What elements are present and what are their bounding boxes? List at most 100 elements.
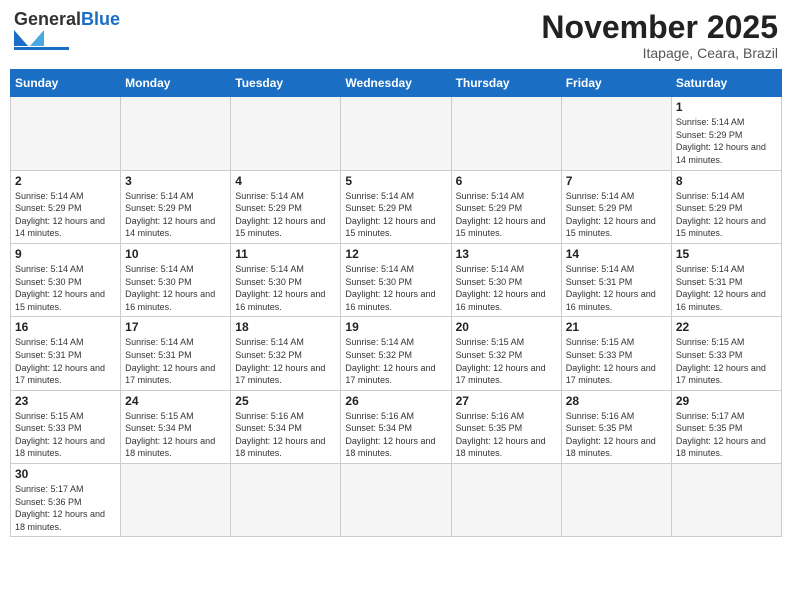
day-number: 4: [235, 174, 336, 188]
day-number: 26: [345, 394, 446, 408]
day-cell: 22Sunrise: 5:15 AMSunset: 5:33 PMDayligh…: [671, 317, 781, 390]
weekday-header-row: SundayMondayTuesdayWednesdayThursdayFrid…: [11, 70, 782, 97]
weekday-header-friday: Friday: [561, 70, 671, 97]
day-cell: 24 Sunrise: 5:15 AMSunset: 5:34 PMDayligh…: [121, 390, 231, 463]
day-info: Sunrise: 5:17 AMSunset: 5:35 PMDaylight:…: [676, 410, 777, 460]
day-number: 10: [125, 247, 226, 261]
day-cell: [561, 97, 671, 170]
day-number: 27: [456, 394, 557, 408]
day-cell: 30 Sunrise: 5:17 AMSunset: 5:36 PMDayligh…: [11, 464, 121, 537]
day-info: Sunrise: 5:17 AMSunset: 5:36 PMDaylight:…: [15, 483, 116, 533]
day-number: 5: [345, 174, 446, 188]
day-cell: 18 Sunrise: 5:14 AMSunset: 5:32 PMDayligh…: [231, 317, 341, 390]
week-row-3: 9 Sunrise: 5:14 AMSunset: 5:30 PMDaylight…: [11, 243, 782, 316]
day-cell: 20 Sunrise: 5:15 AMSunset: 5:32 PMDayligh…: [451, 317, 561, 390]
day-cell: 15Sunrise: 5:14 AMSunset: 5:31 PMDayligh…: [671, 243, 781, 316]
day-number: 17: [125, 320, 226, 334]
month-title: November 2025: [541, 10, 778, 45]
day-cell: [561, 464, 671, 537]
weekday-header-tuesday: Tuesday: [231, 70, 341, 97]
day-number: 2: [15, 174, 116, 188]
day-info: Sunrise: 5:16 AMSunset: 5:34 PMDaylight:…: [345, 410, 446, 460]
weekday-header-saturday: Saturday: [671, 70, 781, 97]
day-info: Sunrise: 5:14 AMSunset: 5:32 PMDaylight:…: [345, 336, 446, 386]
day-cell: 6Sunrise: 5:14 AMSunset: 5:29 PMDaylight…: [451, 170, 561, 243]
day-info: Sunrise: 5:14 AMSunset: 5:31 PMDaylight:…: [125, 336, 226, 386]
day-info: Sunrise: 5:14 AMSunset: 5:29 PMDaylight:…: [676, 116, 777, 166]
day-number: 7: [566, 174, 667, 188]
day-number: 11: [235, 247, 336, 261]
day-number: 16: [15, 320, 116, 334]
day-cell: 17 Sunrise: 5:14 AMSunset: 5:31 PMDayligh…: [121, 317, 231, 390]
day-number: 25: [235, 394, 336, 408]
day-cell: 2 Sunrise: 5:14 AMSunset: 5:29 PMDaylight…: [11, 170, 121, 243]
day-info: Sunrise: 5:14 AMSunset: 5:29 PMDaylight:…: [676, 190, 777, 240]
day-cell: 7 Sunrise: 5:14 AMSunset: 5:29 PMDaylight…: [561, 170, 671, 243]
day-info: Sunrise: 5:15 AMSunset: 5:32 PMDaylight:…: [456, 336, 557, 386]
day-number: 9: [15, 247, 116, 261]
day-cell: 3Sunrise: 5:14 AMSunset: 5:29 PMDaylight…: [121, 170, 231, 243]
day-info: Sunrise: 5:14 AMSunset: 5:32 PMDaylight:…: [235, 336, 336, 386]
day-number: 20: [456, 320, 557, 334]
day-number: 21: [566, 320, 667, 334]
day-number: 28: [566, 394, 667, 408]
day-info: Sunrise: 5:15 AMSunset: 5:33 PMDaylight:…: [15, 410, 116, 460]
day-cell: 4 Sunrise: 5:14 AMSunset: 5:29 PMDaylight…: [231, 170, 341, 243]
weekday-header-wednesday: Wednesday: [341, 70, 451, 97]
day-info: Sunrise: 5:14 AMSunset: 5:29 PMDaylight:…: [566, 190, 667, 240]
day-number: 8: [676, 174, 777, 188]
day-number: 19: [345, 320, 446, 334]
location: Itapage, Ceara, Brazil: [541, 45, 778, 61]
day-cell: 1 Sunrise: 5:14 AMSunset: 5:29 PMDaylight…: [671, 97, 781, 170]
day-cell: 23 Sunrise: 5:15 AMSunset: 5:33 PMDayligh…: [11, 390, 121, 463]
day-cell: 19 Sunrise: 5:14 AMSunset: 5:32 PMDayligh…: [341, 317, 451, 390]
day-cell: 14 Sunrise: 5:14 AMSunset: 5:31 PMDayligh…: [561, 243, 671, 316]
day-info: Sunrise: 5:14 AMSunset: 5:29 PMDaylight:…: [15, 190, 116, 240]
day-cell: 10Sunrise: 5:14 AMSunset: 5:30 PMDayligh…: [121, 243, 231, 316]
logo-line: [14, 47, 69, 50]
day-number: 1: [676, 100, 777, 114]
day-cell: [231, 464, 341, 537]
day-cell: [451, 464, 561, 537]
day-cell: [231, 97, 341, 170]
day-cell: 5 Sunrise: 5:14 AMSunset: 5:29 PMDaylight…: [341, 170, 451, 243]
day-number: 23: [15, 394, 116, 408]
day-info: Sunrise: 5:16 AMSunset: 5:35 PMDaylight:…: [456, 410, 557, 460]
day-cell: 13Sunrise: 5:14 AMSunset: 5:30 PMDayligh…: [451, 243, 561, 316]
day-number: 14: [566, 247, 667, 261]
day-info: Sunrise: 5:14 AMSunset: 5:29 PMDaylight:…: [235, 190, 336, 240]
calendar-body: 1 Sunrise: 5:14 AMSunset: 5:29 PMDaylight…: [11, 97, 782, 537]
day-info: Sunrise: 5:16 AMSunset: 5:35 PMDaylight:…: [566, 410, 667, 460]
day-cell: 9 Sunrise: 5:14 AMSunset: 5:30 PMDaylight…: [11, 243, 121, 316]
day-number: 13: [456, 247, 557, 261]
title-area: November 2025 Itapage, Ceara, Brazil: [541, 10, 778, 61]
day-cell: 26 Sunrise: 5:16 AMSunset: 5:34 PMDayligh…: [341, 390, 451, 463]
week-row-2: 2 Sunrise: 5:14 AMSunset: 5:29 PMDaylight…: [11, 170, 782, 243]
week-row-6: 30 Sunrise: 5:17 AMSunset: 5:36 PMDayligh…: [11, 464, 782, 537]
weekday-header-monday: Monday: [121, 70, 231, 97]
day-number: 12: [345, 247, 446, 261]
day-info: Sunrise: 5:14 AMSunset: 5:30 PMDaylight:…: [15, 263, 116, 313]
weekday-header-thursday: Thursday: [451, 70, 561, 97]
day-info: Sunrise: 5:14 AMSunset: 5:30 PMDaylight:…: [235, 263, 336, 313]
day-info: Sunrise: 5:14 AMSunset: 5:29 PMDaylight:…: [125, 190, 226, 240]
logo-text-general: General: [14, 10, 81, 28]
day-number: 30: [15, 467, 116, 481]
day-number: 18: [235, 320, 336, 334]
day-number: 24: [125, 394, 226, 408]
header: General Blue November 2025 Itapage, Cear…: [10, 10, 782, 61]
day-cell: [451, 97, 561, 170]
day-info: Sunrise: 5:14 AMSunset: 5:29 PMDaylight:…: [345, 190, 446, 240]
week-row-1: 1 Sunrise: 5:14 AMSunset: 5:29 PMDaylight…: [11, 97, 782, 170]
day-info: Sunrise: 5:14 AMSunset: 5:31 PMDaylight:…: [676, 263, 777, 313]
day-cell: 11 Sunrise: 5:14 AMSunset: 5:30 PMDayligh…: [231, 243, 341, 316]
day-cell: 21Sunrise: 5:15 AMSunset: 5:33 PMDayligh…: [561, 317, 671, 390]
day-info: Sunrise: 5:14 AMSunset: 5:31 PMDaylight:…: [566, 263, 667, 313]
calendar: SundayMondayTuesdayWednesdayThursdayFrid…: [10, 69, 782, 537]
day-number: 22: [676, 320, 777, 334]
logo-triangle-left: [14, 30, 28, 46]
day-info: Sunrise: 5:14 AMSunset: 5:30 PMDaylight:…: [345, 263, 446, 313]
day-cell: 28 Sunrise: 5:16 AMSunset: 5:35 PMDayligh…: [561, 390, 671, 463]
day-info: Sunrise: 5:15 AMSunset: 5:34 PMDaylight:…: [125, 410, 226, 460]
day-cell: [121, 464, 231, 537]
